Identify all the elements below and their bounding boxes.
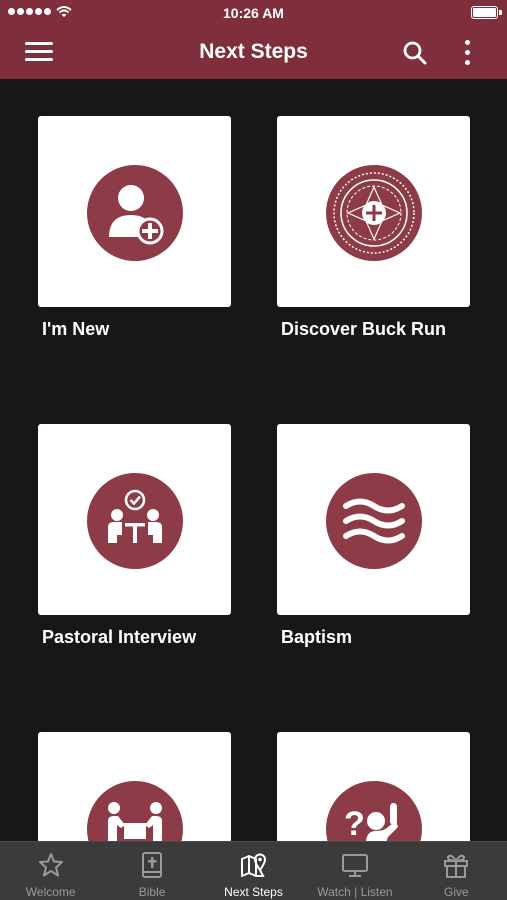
tab-label: Give [443,885,469,899]
map-pin-icon [240,853,266,877]
tab-bible[interactable]: Bible [101,842,202,900]
person-add-icon [87,165,183,261]
card-label: Baptism [281,627,353,647]
card-serve[interactable] [38,732,231,841]
tab-give[interactable]: Give [406,842,507,900]
bible-icon [142,852,163,878]
card-tile [38,732,231,841]
card-questions[interactable]: ? [277,732,470,841]
meeting-interview-icon [87,473,183,569]
card-tile [38,116,231,307]
status-time: 10:26 AM [223,5,284,21]
card-tile [38,424,231,615]
more-vertical-icon[interactable] [462,39,474,67]
card-tile [277,116,470,307]
card-im-new[interactable]: I'm New [38,116,231,340]
tab-label: Next Steps [224,885,283,899]
page-title: Next Steps [199,40,308,63]
monitor-icon [341,854,368,877]
people-carrying-box-icon [87,781,183,841]
card-label: Discover Buck Run [281,319,447,339]
tab-label: Welcome [25,885,76,899]
search-icon[interactable] [402,40,428,66]
card-label: I'm New [42,319,110,339]
tab-bar: Welcome Bible Next Steps Watch | Listen [0,841,507,900]
card-tile: ? [277,732,470,841]
tab-watch-listen[interactable]: Watch | Listen [304,842,405,900]
church-seal-icon [326,165,422,261]
card-baptism[interactable]: Baptism [277,424,470,648]
waves-icon [326,473,422,569]
card-label: Pastoral Interview [42,627,197,647]
nav-bar: Next Steps [0,26,507,79]
gift-icon [444,854,469,878]
star-icon [38,853,63,877]
tab-label: Bible [138,885,166,899]
svg-text:?: ? [344,805,365,841]
card-discover-buck-run[interactable]: Discover Buck Run [277,116,470,340]
card-tile [277,424,470,615]
next-steps-grid: I'm New Discover Buck Run Pastoral Inter… [0,79,507,841]
tab-label: Watch | Listen [317,885,393,899]
tab-next-steps[interactable]: Next Steps [203,842,304,900]
question-person-icon: ? [326,781,422,841]
battery-icon [471,6,502,19]
tab-welcome[interactable]: Welcome [0,842,101,900]
status-bar: 10:26 AM [0,0,507,26]
card-pastoral-interview[interactable]: Pastoral Interview [38,424,231,648]
